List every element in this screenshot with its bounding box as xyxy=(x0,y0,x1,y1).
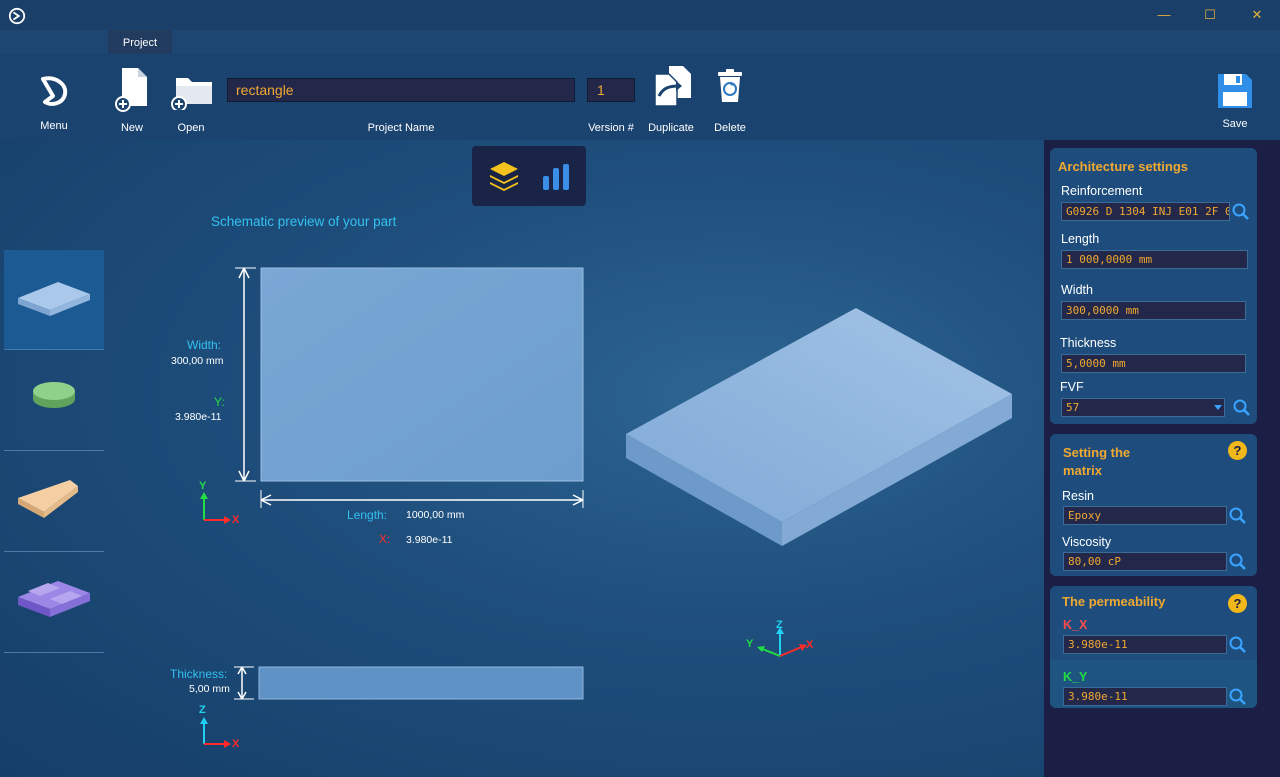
y-value: 3.980e-11 xyxy=(175,411,222,423)
new-file-icon xyxy=(115,68,147,112)
matrix-title-line1: Setting the xyxy=(1063,445,1131,460)
project-name-label: Project Name xyxy=(367,122,435,134)
folder-icon xyxy=(171,78,212,110)
open-label: Open xyxy=(177,122,205,134)
save-label: Save xyxy=(1222,118,1248,130)
new-label: New xyxy=(120,122,143,134)
app-logo-icon xyxy=(8,7,26,25)
shape-item-disc[interactable] xyxy=(4,351,104,451)
stepped-plate-icon xyxy=(18,581,90,617)
duplicate-label: Duplicate xyxy=(648,122,694,134)
shape-item-stepped[interactable] xyxy=(4,553,104,653)
chevron-down-icon[interactable] xyxy=(1213,404,1223,412)
new-button[interactable]: New xyxy=(112,68,152,136)
viscosity-field[interactable]: 80,00 cP xyxy=(1063,552,1227,571)
width-label: Width: xyxy=(187,338,222,352)
menu-button[interactable]: Menu xyxy=(24,72,84,136)
architecture-card: Architecture settings Reinforcement G092… xyxy=(1050,148,1257,424)
architecture-title: Architecture settings xyxy=(1058,159,1189,174)
width-field-label: Width xyxy=(1061,283,1093,297)
ribbon-toolbar: Menu New Open Project Name Version # Dup… xyxy=(0,54,1280,140)
duplicate-button[interactable]: Duplicate xyxy=(642,64,700,136)
version-input[interactable]: 1 xyxy=(587,78,635,102)
menu-label: Menu xyxy=(40,120,68,132)
search-icon[interactable] xyxy=(1228,552,1248,572)
bar-chart-icon[interactable] xyxy=(536,156,576,196)
tab-project[interactable]: Project xyxy=(108,30,172,54)
kx-field[interactable]: 3.980e-11 xyxy=(1063,635,1227,654)
axis-z-letter-3d: Z xyxy=(776,619,783,631)
axis-y-letter: Y xyxy=(199,480,207,492)
search-icon[interactable] xyxy=(1228,635,1248,655)
viscosity-label: Viscosity xyxy=(1062,535,1112,549)
permeability-card: The permeability ? K_X 3.980e-11 K_Y 3.9… xyxy=(1050,586,1257,708)
duplicate-icon xyxy=(654,66,691,107)
disc-icon xyxy=(33,382,75,408)
search-icon[interactable] xyxy=(1231,202,1251,222)
fvf-select[interactable]: 57 xyxy=(1061,398,1225,417)
ribbon-tab-strip xyxy=(0,30,1280,54)
side-view-schematic xyxy=(234,666,584,700)
axis-x-letter: X xyxy=(232,514,240,526)
search-icon[interactable] xyxy=(1228,687,1248,707)
open-button[interactable]: Open xyxy=(168,74,214,136)
save-button[interactable]: Save xyxy=(1212,72,1258,136)
x-value: 3.980e-11 xyxy=(406,534,453,546)
floppy-disk-icon xyxy=(1218,74,1252,108)
ky-label: K_Y xyxy=(1063,670,1088,684)
matrix-card: Setting the matrix ? Resin Epoxy Viscosi… xyxy=(1050,434,1257,576)
axis-y-letter-3d: Y xyxy=(746,638,754,650)
matrix-help-button[interactable]: ? xyxy=(1228,441,1247,460)
length-label: Length: xyxy=(347,508,388,522)
reinforcement-field[interactable]: G0926 D 1304 INJ E01 2F 0/ xyxy=(1061,202,1230,221)
title-bar: — ☐ ✕ xyxy=(0,0,1280,30)
thickness-label: Thickness: xyxy=(170,667,228,681)
x-label: X: xyxy=(379,532,391,546)
search-icon[interactable] xyxy=(1228,506,1248,526)
axis-z-letter: Z xyxy=(199,704,206,716)
ky-field[interactable]: 3.980e-11 xyxy=(1063,687,1227,706)
shape-item-wedge[interactable] xyxy=(4,452,104,552)
delete-label: Delete xyxy=(714,122,746,134)
length-field-label: Length xyxy=(1061,232,1100,246)
width-value: 300,00 mm xyxy=(171,355,224,367)
fvf-label: FVF xyxy=(1060,380,1084,394)
y-label: Y: xyxy=(214,395,225,409)
maximize-button[interactable]: ☐ xyxy=(1199,4,1221,26)
wedge-icon xyxy=(18,480,78,518)
recycle-bin-icon xyxy=(718,69,742,102)
axis-x-letter-side: X xyxy=(232,738,240,750)
rectangle-plate-icon xyxy=(18,282,90,316)
shape-selector xyxy=(4,250,104,655)
resin-label: Resin xyxy=(1062,489,1094,503)
layers-icon[interactable] xyxy=(484,156,524,196)
top-view-schematic xyxy=(235,267,584,508)
preview-caption: Schematic preview of your part xyxy=(211,214,397,229)
length-field[interactable]: 1 000,0000 mm xyxy=(1061,250,1248,269)
resin-field[interactable]: Epoxy xyxy=(1063,506,1227,525)
thickness-field[interactable]: 5,0000 mm xyxy=(1061,354,1246,373)
settings-panel: Architecture settings Reinforcement G092… xyxy=(1044,140,1280,777)
length-value: 1000,00 mm xyxy=(406,509,465,521)
delete-button[interactable]: Delete xyxy=(710,68,750,136)
reinforcement-label: Reinforcement xyxy=(1061,184,1143,198)
matrix-title-line2: matrix xyxy=(1063,463,1103,478)
app-logo-icon xyxy=(41,76,68,106)
close-button[interactable]: ✕ xyxy=(1246,4,1268,26)
minimize-button[interactable]: — xyxy=(1153,4,1175,26)
permeability-title: The permeability xyxy=(1062,594,1166,609)
width-field[interactable]: 300,0000 mm xyxy=(1061,301,1246,320)
view-toggle xyxy=(472,146,586,206)
search-icon[interactable] xyxy=(1232,398,1252,418)
version-label: Version # xyxy=(588,122,634,134)
shape-item-rectangle[interactable] xyxy=(4,250,104,350)
axis-x-letter-3d: X xyxy=(806,639,814,651)
project-name-input[interactable]: rectangle xyxy=(227,78,575,102)
plate-3d-model xyxy=(626,308,1012,546)
permeability-help-button[interactable]: ? xyxy=(1228,594,1247,613)
kx-label: K_X xyxy=(1063,618,1088,632)
thickness-value: 5,00 mm xyxy=(189,683,230,695)
thickness-field-label: Thickness xyxy=(1060,336,1117,350)
